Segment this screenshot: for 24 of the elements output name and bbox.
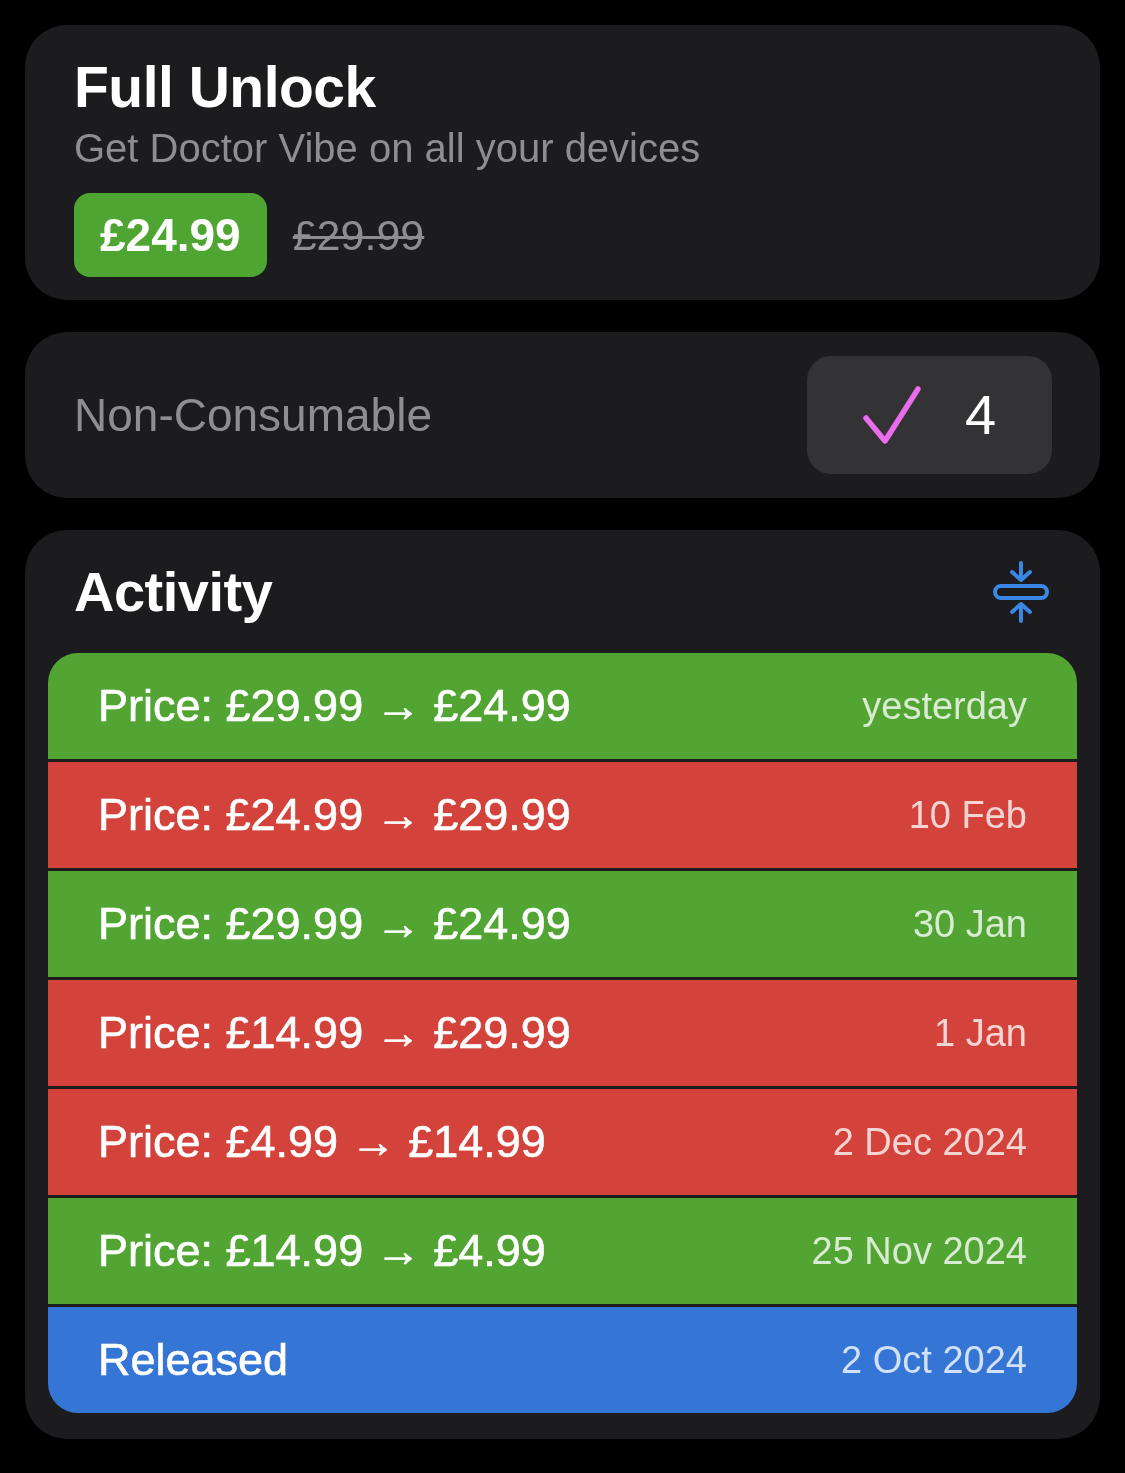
count-value: 4 [964,387,997,443]
event-date: 30 Jan [912,901,1027,947]
price-change-text: Price: £14.99 → £4.99 [98,1224,546,1279]
event-date: 1 Jan [934,1010,1027,1056]
price-change-text: Price: £29.99 → £24.99 [98,679,571,734]
price-change-text: Price: £14.99 → £29.99 [98,1006,571,1061]
product-subtitle: Get Doctor Vibe on all your devices [74,125,702,172]
release-event-text: Released [98,1333,289,1388]
original-price: £29.99 [292,209,425,261]
event-date: 2 Dec 2024 [832,1119,1027,1165]
price-change-text: Price: £24.99 → £29.99 [98,788,571,843]
price-tag: £24.99 [74,193,267,277]
collapse-button[interactable] [993,560,1049,623]
price-change-text: Price: £4.99 → £14.99 [98,1115,546,1170]
price-change-text: Price: £29.99 → £24.99 [98,897,571,952]
collapse-icon [993,560,1049,623]
event-date: 25 Nov 2024 [811,1228,1027,1274]
activity-title: Activity [74,558,273,625]
product-title: Full Unlock [74,54,377,121]
event-date: 10 Feb [908,792,1027,838]
check-icon [862,386,921,444]
product-type-label: Non-Consumable [74,387,432,443]
event-date: yesterday [862,683,1027,729]
event-date: 2 Oct 2024 [841,1337,1027,1383]
